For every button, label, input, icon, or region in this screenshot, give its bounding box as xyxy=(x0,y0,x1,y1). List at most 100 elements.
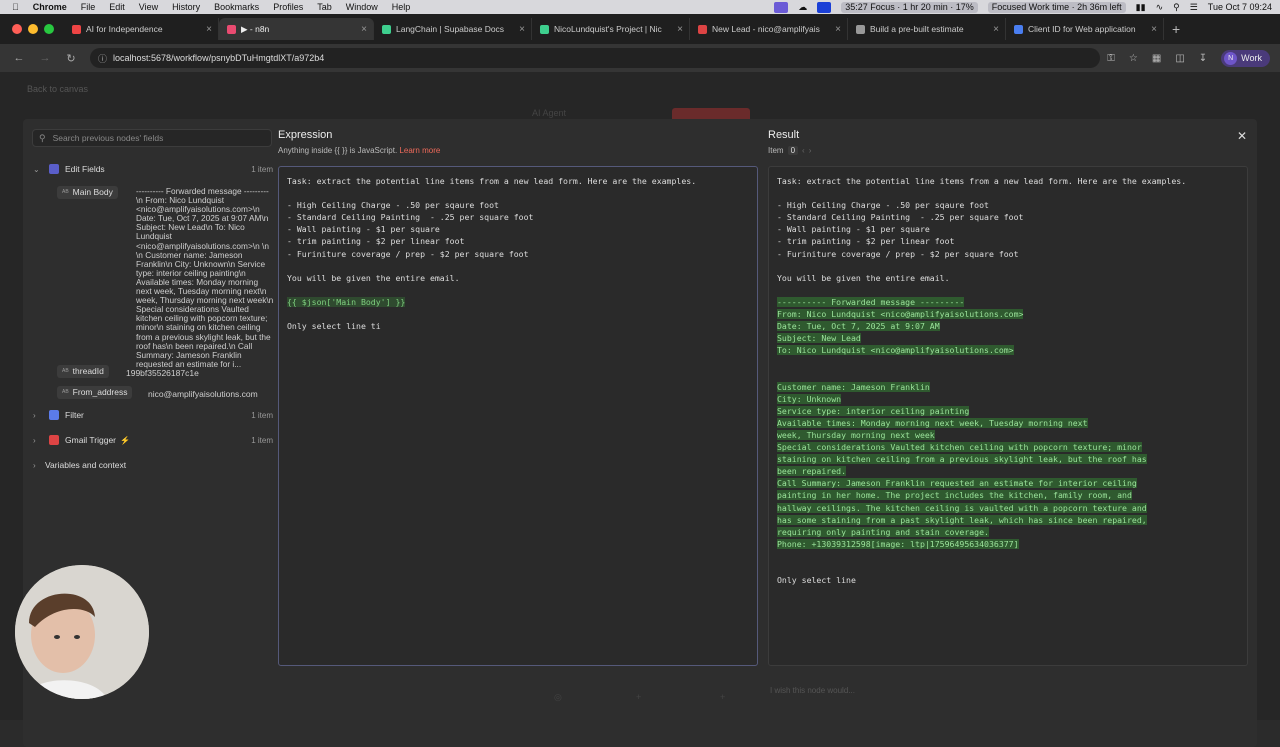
item-index-input[interactable]: 0 xyxy=(787,146,799,155)
minimize-window-button[interactable] xyxy=(28,24,38,34)
key-icon[interactable]: ⚿ xyxy=(1107,53,1115,64)
field-chip-from-address[interactable]: AB From_address xyxy=(57,385,133,399)
menu-bookmarks[interactable]: Bookmarks xyxy=(214,2,259,12)
menu-clock[interactable]: Tue Oct 7 09:24 xyxy=(1208,2,1272,12)
extensions-icon[interactable]: ▦ xyxy=(1152,53,1161,64)
resolved-expression-line: has some staining from a past skylight l… xyxy=(777,514,1147,525)
doc-favicon xyxy=(856,24,865,34)
resolved-expression-line: hallway ceilings. The kitchen ceiling is… xyxy=(777,502,1147,513)
expression-token[interactable]: {{ $json['Main Body'] }} xyxy=(287,296,406,307)
forward-arrow-icon[interactable]: → xyxy=(38,52,52,64)
url-field[interactable]: ⓘ localhost:5678/workflow/psnybDTuHmgtdl… xyxy=(90,48,1100,68)
focused-work-timer[interactable]: Focused Work time · 2h 36m left xyxy=(987,1,1126,13)
control-center-icon[interactable]: ☰ xyxy=(1190,2,1198,13)
menu-bar:  Chrome File Edit View History Bookmark… xyxy=(0,0,1280,14)
expression-line: - Furiniture coverage / prep - $2 per sq… xyxy=(287,248,529,259)
tab-close-icon[interactable]: × xyxy=(993,24,999,35)
status-app-icon[interactable] xyxy=(774,1,789,13)
status-app-icon-blue[interactable] xyxy=(817,1,832,13)
chevron-right-icon[interactable]: › xyxy=(33,411,45,420)
menu-help[interactable]: Help xyxy=(392,2,411,12)
close-window-button[interactable] xyxy=(12,24,22,34)
item-count: 1 item xyxy=(251,435,273,445)
result-line: - Standard Ceiling Painting - .25 per sq… xyxy=(777,212,1024,223)
expression-hint: Anything inside {{ }} is JavaScript. xyxy=(278,146,398,155)
node-filter[interactable]: › Filter 1 item xyxy=(33,407,273,423)
new-tab-icon[interactable]: + xyxy=(1164,21,1188,37)
cloud-icon[interactable]: ☁ xyxy=(798,2,807,13)
tab-client-id[interactable]: Client ID for Web application × xyxy=(1006,18,1164,40)
search-fields-input[interactable]: ⚲ Search previous nodes' fields xyxy=(32,129,272,147)
menu-app-name[interactable]: Chrome xyxy=(33,2,67,12)
battery-icon[interactable]: ▮▮ xyxy=(1136,2,1146,13)
wifi-icon[interactable]: ∿ xyxy=(1156,2,1164,13)
result-line: - High Ceiling Charge - .50 per sqaure f… xyxy=(777,200,989,211)
tab-close-icon[interactable]: × xyxy=(835,24,841,35)
tab-label: AI for Independence xyxy=(86,24,163,34)
node-name: Variables and context xyxy=(45,460,127,470)
expression-line: - Standard Ceiling Painting - .25 per sq… xyxy=(287,212,534,223)
menu-window[interactable]: Window xyxy=(346,2,378,12)
download-icon[interactable]: ↧ xyxy=(1199,53,1207,64)
tab-close-icon[interactable]: × xyxy=(206,24,212,35)
menu-tab[interactable]: Tab xyxy=(317,2,332,12)
node-gmail-trigger[interactable]: › Gmail Trigger ⚡ 1 item xyxy=(33,432,273,448)
tab-ai-independence[interactable]: AI for Independence × xyxy=(64,18,219,40)
gmail-favicon xyxy=(698,24,707,34)
field-chip-threadid[interactable]: AB threadId xyxy=(57,364,109,378)
chevron-right-icon[interactable]: › xyxy=(33,436,45,445)
tab-langchain-supabase[interactable]: LangChain | Supabase Docs × xyxy=(374,18,532,40)
node-edit-fields[interactable]: ⌄ Edit Fields 1 item xyxy=(33,161,273,177)
tab-close-icon[interactable]: × xyxy=(361,24,367,35)
tab-supabase-project[interactable]: NicoLundquist's Project | Nic × xyxy=(532,18,690,40)
menu-file[interactable]: File xyxy=(81,2,96,12)
chevron-down-icon[interactable]: ⌄ xyxy=(33,165,45,174)
profile-button[interactable]: N Work xyxy=(1221,49,1270,67)
expression-code[interactable]: Task: extract the potential line items f… xyxy=(287,175,696,332)
result-line: Only select line xyxy=(777,575,856,586)
person-silhouette xyxy=(15,565,149,699)
resolved-expression-line: ---------- Forwarded message --------- xyxy=(777,296,965,307)
chevron-right-icon[interactable]: › xyxy=(33,461,45,470)
url-text: localhost:5678/workflow/psnybDTuHmgtdlXT… xyxy=(113,53,325,63)
expression-line xyxy=(287,284,696,296)
side-panel-icon[interactable]: ◫ xyxy=(1175,53,1184,64)
reload-icon[interactable]: ↻ xyxy=(64,52,78,65)
field-key: threadId xyxy=(72,366,104,376)
back-to-canvas-link[interactable]: Back to canvas xyxy=(27,84,88,94)
zoom-icon[interactable]: ◎ xyxy=(554,692,562,703)
zoom-window-button[interactable] xyxy=(44,24,54,34)
tab-close-icon[interactable]: × xyxy=(1151,24,1157,35)
resolved-expression-line: Customer name: Jameson Franklin xyxy=(777,381,930,392)
feedback-hint[interactable]: I wish this node would... xyxy=(770,686,855,695)
expression-editor[interactable]: Task: extract the potential line items f… xyxy=(278,166,758,666)
close-icon[interactable]: ✕ xyxy=(1237,129,1247,143)
menu-view[interactable]: View xyxy=(139,2,158,12)
focus-timer[interactable]: 35:27 Focus · 1 hr 20 min · 17% xyxy=(841,1,978,13)
tab-close-icon[interactable]: × xyxy=(677,24,683,35)
node-name: Edit Fields xyxy=(65,164,105,174)
next-item-icon[interactable]: › xyxy=(809,146,812,155)
add-node-icon[interactable]: + xyxy=(636,692,641,702)
back-arrow-icon[interactable]: ← xyxy=(12,52,26,64)
tab-prebuilt-estimate[interactable]: Build a pre-built estimate × xyxy=(848,18,1006,40)
profile-label: Work xyxy=(1241,53,1262,63)
bookmark-star-icon[interactable]: ☆ xyxy=(1129,53,1138,64)
menu-edit[interactable]: Edit xyxy=(109,2,125,12)
tab-close-icon[interactable]: × xyxy=(519,24,525,35)
apple-icon[interactable]:  xyxy=(12,2,19,12)
site-info-icon[interactable]: ⓘ xyxy=(98,52,107,65)
search-menu-icon[interactable]: ⚲ xyxy=(1173,2,1180,13)
add-node-icon-2[interactable]: + xyxy=(720,692,725,702)
tab-n8n[interactable]: ▶ - n8n × xyxy=(219,18,374,40)
expression-line: Task: extract the potential line items f… xyxy=(287,176,697,186)
prev-item-icon[interactable]: ‹ xyxy=(802,146,805,155)
node-variables-context[interactable]: › Variables and context xyxy=(33,457,273,473)
tab-gmail-new-lead[interactable]: New Lead - nico@amplifyais × xyxy=(690,18,848,40)
tab-label: NicoLundquist's Project | Nic xyxy=(554,24,662,34)
menu-history[interactable]: History xyxy=(172,2,200,12)
result-item-nav: Item 0 ‹ › xyxy=(768,146,811,155)
field-chip-main-body[interactable]: AB Main Body xyxy=(57,185,118,199)
menu-profiles[interactable]: Profiles xyxy=(273,2,303,12)
learn-more-link[interactable]: Learn more xyxy=(399,146,440,155)
